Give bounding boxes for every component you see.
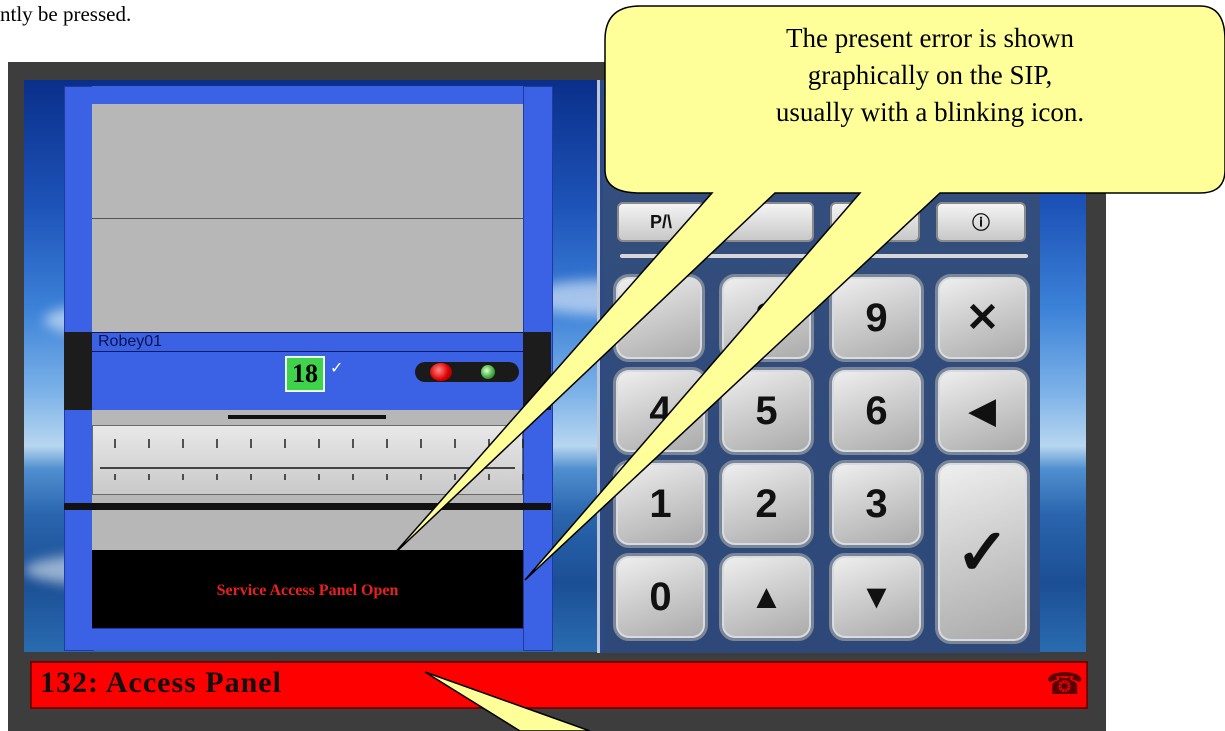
callout-line-3: usually with a blinking icon. [775,97,1085,127]
bottom-callout-pointer [424,671,591,731]
callout-line-2: graphically on the SIP, [807,60,1053,90]
callout-line-1: The present error is shown [786,23,1074,53]
top-callout-text: The present error is shown graphically o… [640,20,1220,131]
